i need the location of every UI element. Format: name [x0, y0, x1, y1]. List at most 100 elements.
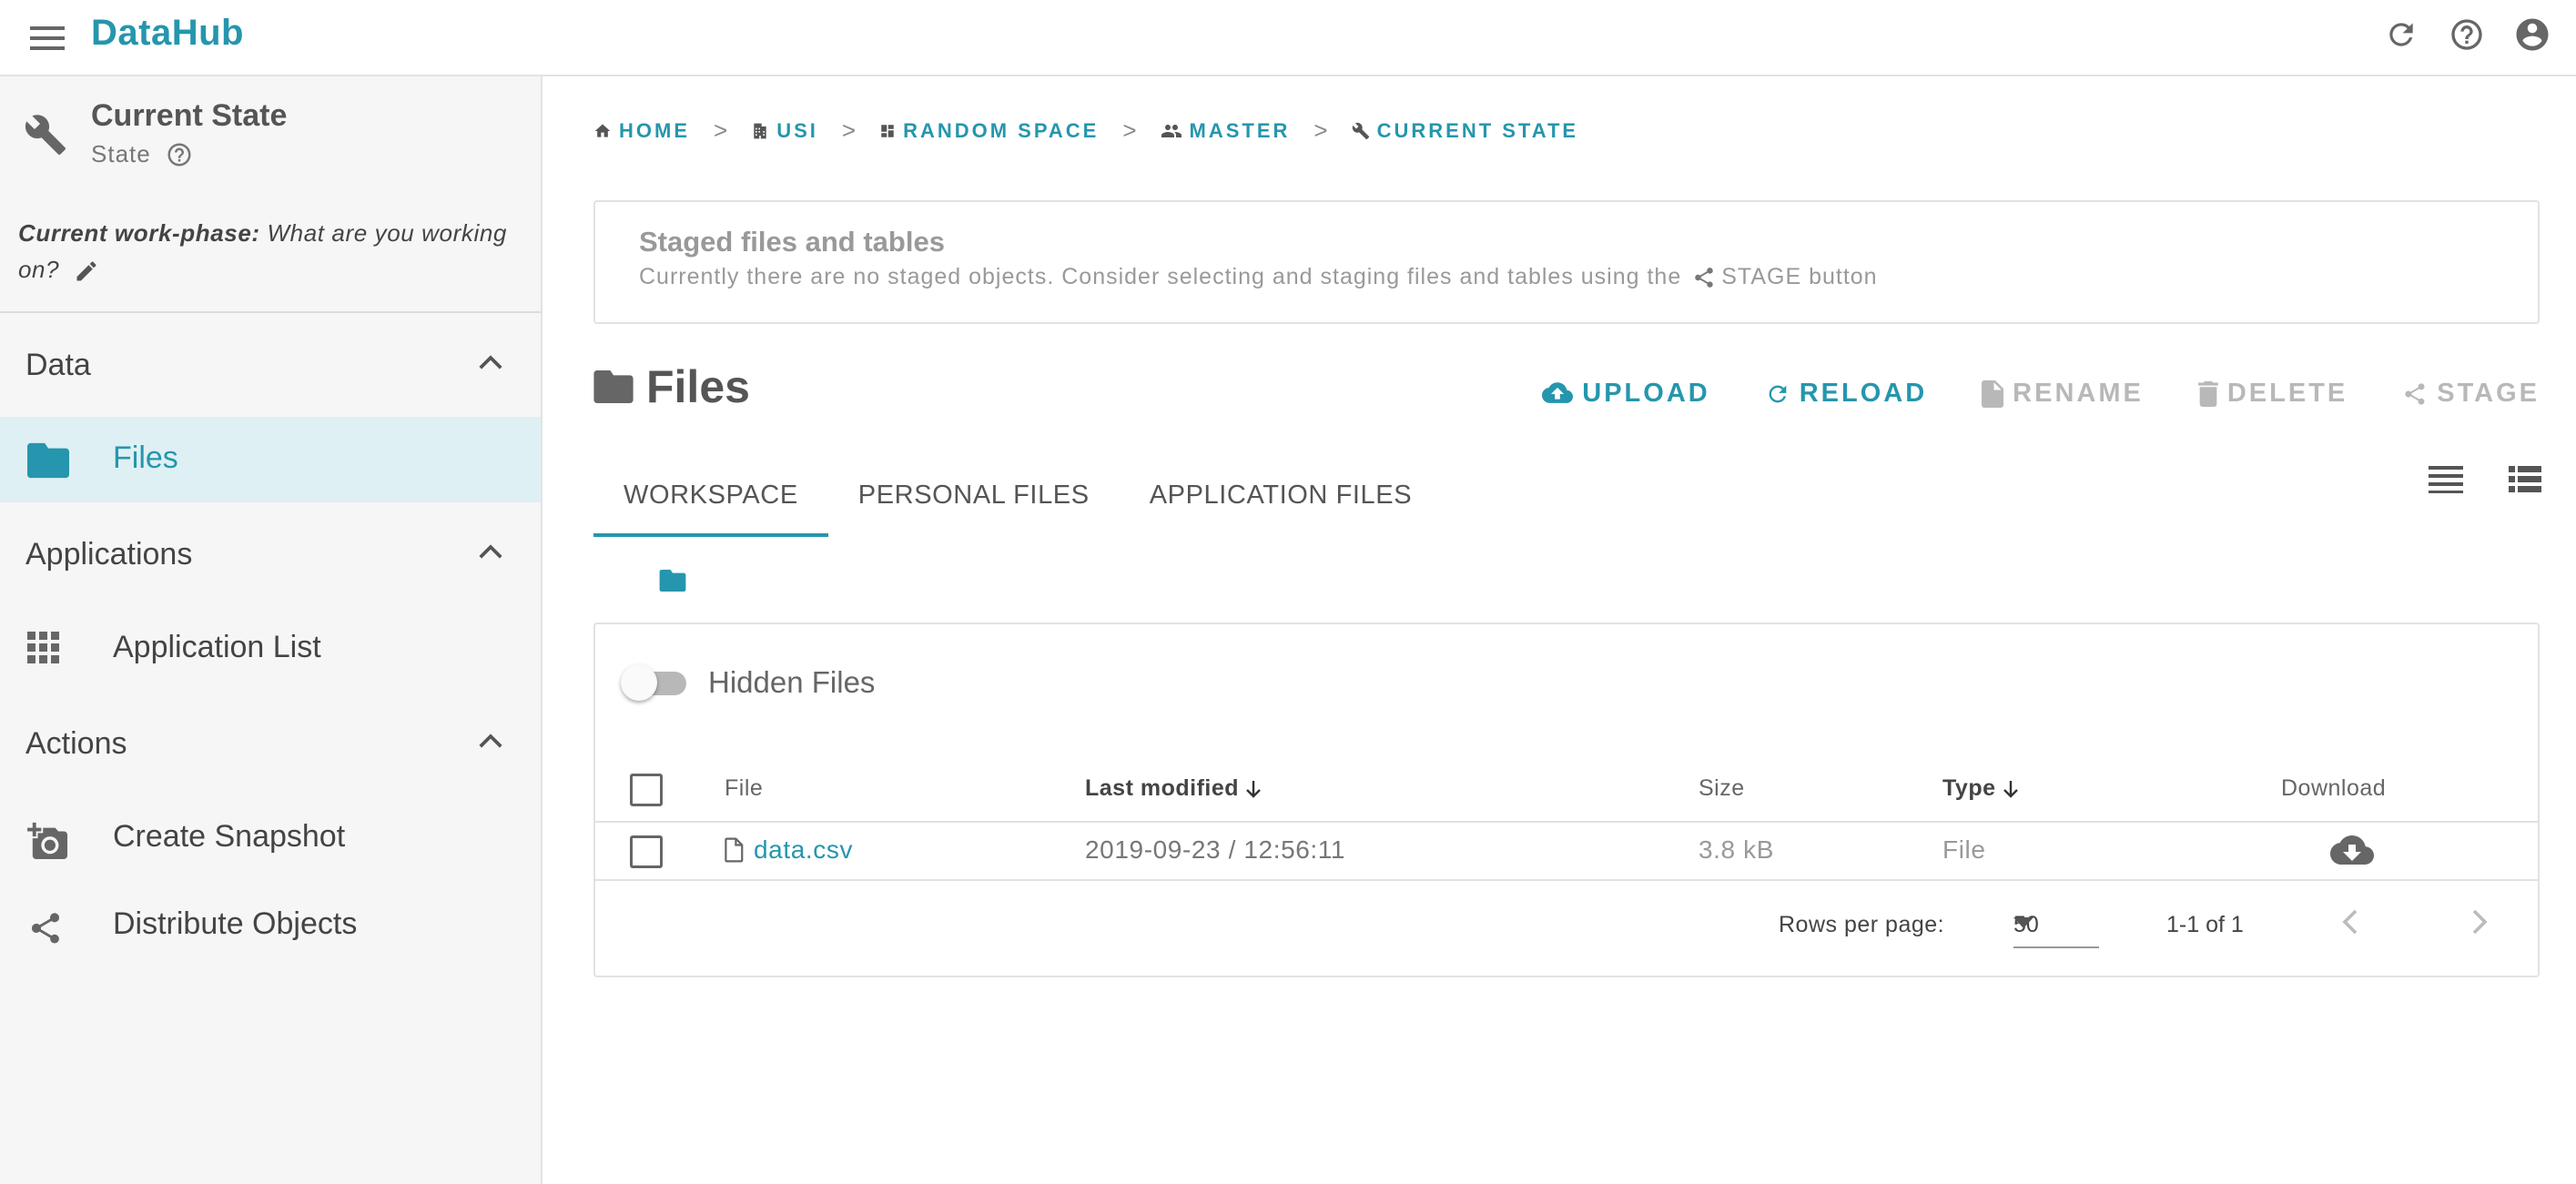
home-icon	[593, 122, 612, 140]
breadcrumb-random-space[interactable]: RANDOM SPACE	[879, 119, 1099, 143]
file-name-link[interactable]: data.csv	[754, 835, 853, 865]
help-icon[interactable]	[166, 141, 193, 168]
sidebar-item-files[interactable]: Files	[0, 417, 541, 502]
staged-button-ref: STAGE button	[1721, 264, 1878, 289]
state-subtitle: State	[91, 140, 151, 167]
select-all-checkbox[interactable]	[630, 774, 663, 806]
row-checkbox[interactable]	[630, 835, 663, 868]
column-file[interactable]: File	[725, 775, 763, 802]
app-title[interactable]: DataHub	[91, 13, 244, 54]
rows-per-page-label: Rows per page:	[1779, 912, 1945, 937]
sidebar-item-create-snapshot[interactable]: Create Snapshot	[0, 795, 541, 881]
upload-label: UPLOAD	[1582, 379, 1710, 408]
reload-button[interactable]: RELOAD	[1765, 379, 1927, 409]
workphase: Current work-phase: What are you working…	[18, 215, 510, 288]
edit-pencil-icon[interactable]	[74, 258, 99, 284]
trash-icon	[2197, 380, 2218, 407]
staged-title: Staged files and tables	[639, 226, 945, 258]
files-header: Files	[593, 360, 750, 413]
file-type: File	[1942, 835, 1986, 864]
sidebar-item-label: Application List	[113, 630, 321, 664]
help-icon[interactable]	[2447, 15, 2487, 55]
app-bar: DataHub	[0, 0, 2576, 76]
breadcrumb-label: CURRENT STATE	[1376, 118, 1579, 142]
sidebar-item-label: Distribute Objects	[113, 906, 358, 941]
section-data[interactable]: Data	[0, 339, 541, 393]
table-header: File Last modified Size Type Download	[595, 755, 2538, 823]
staged-panel: Staged files and tables Currently there …	[593, 200, 2540, 324]
download-icon[interactable]	[2330, 835, 2374, 868]
tab-personal-files[interactable]: PERSONAL FILES	[828, 450, 1120, 537]
stage-button[interactable]: STAGE	[2402, 379, 2540, 409]
breadcrumb-label: MASTER	[1189, 118, 1291, 142]
column-size[interactable]: Size	[1699, 775, 1745, 802]
upload-button[interactable]: UPLOAD	[1542, 379, 1709, 409]
column-type[interactable]: Type	[1942, 775, 2022, 802]
staged-text: Currently there are no staged objects. C…	[639, 264, 1682, 289]
building-icon	[751, 122, 769, 140]
state-title: Current State	[91, 98, 288, 133]
chevron-up-icon	[477, 353, 504, 371]
refresh-icon	[1765, 381, 1790, 407]
section-label: Applications	[25, 537, 193, 572]
delete-label: DELETE	[2226, 379, 2348, 408]
state-header: Current State State	[0, 76, 541, 177]
sidebar-item-application-list[interactable]: Application List	[0, 606, 541, 692]
breadcrumb-master[interactable]: MASTER	[1161, 119, 1291, 143]
sidebar-item-label: Create Snapshot	[113, 819, 346, 854]
table-row[interactable]: data.csv 2019-09-23 / 12:56:11 3.8 kB Fi…	[595, 823, 2538, 881]
hidden-files-toggle[interactable]	[621, 664, 688, 701]
rename-button[interactable]: RENAME	[1982, 379, 2144, 409]
file-icon	[1982, 379, 2004, 408]
chevron-right-icon[interactable]	[2470, 908, 2489, 936]
file-actions: UPLOAD RELOAD RENAME DELETE STAGE	[1542, 379, 2540, 409]
rows-per-page-select[interactable]: 50	[2013, 903, 2099, 948]
pagination: Rows per page: 50 1-1 of 1	[595, 881, 2538, 976]
column-last-modified[interactable]: Last modified	[1085, 775, 1264, 802]
breadcrumb-separator: >	[841, 116, 857, 144]
breadcrumb-usi[interactable]: USI	[751, 119, 818, 143]
breadcrumb-separator: >	[714, 116, 728, 144]
list-view-icon[interactable]	[2429, 466, 2463, 493]
breadcrumb-label: USI	[776, 118, 818, 142]
detail-list-view-icon[interactable]	[2509, 466, 2541, 493]
tab-application-files[interactable]: APPLICATION FILES	[1120, 450, 1442, 537]
apps-grid-icon	[27, 632, 60, 664]
people-icon	[1161, 122, 1182, 140]
breadcrumb-current-state[interactable]: CURRENT STATE	[1352, 119, 1579, 143]
column-download: Download	[2281, 775, 2387, 801]
breadcrumb-home[interactable]: HOME	[593, 119, 690, 143]
files-table: Hidden Files File Last modified Size Typ…	[593, 622, 2540, 977]
stage-label: STAGE	[2437, 379, 2540, 408]
chevron-left-icon[interactable]	[2341, 908, 2359, 936]
wrench-icon	[24, 113, 67, 157]
arrow-down-icon	[1242, 778, 1264, 800]
dashboard-icon	[879, 123, 896, 139]
main-content: HOME > USI > RANDOM SPACE > MASTER > CUR…	[544, 76, 2576, 1184]
sidebar: Current State State Current work-phase: …	[0, 76, 543, 1184]
section-actions[interactable]: Actions	[0, 717, 541, 772]
account-icon[interactable]	[2512, 15, 2552, 55]
section-label: Data	[25, 348, 91, 382]
tab-workspace[interactable]: WORKSPACE	[593, 450, 828, 537]
section-label: Actions	[25, 726, 127, 761]
sidebar-item-distribute-objects[interactable]: Distribute Objects	[0, 883, 541, 968]
folder-icon	[593, 370, 634, 403]
hidden-files-label: Hidden Files	[708, 665, 876, 699]
share-icon	[27, 908, 64, 948]
arrow-down-icon	[2000, 778, 2022, 800]
breadcrumb-label: HOME	[619, 118, 690, 142]
wrench-icon	[1352, 122, 1370, 140]
breadcrumb-separator: >	[1313, 116, 1328, 144]
delete-button[interactable]: DELETE	[2197, 379, 2348, 409]
rename-label: RENAME	[2013, 379, 2144, 408]
refresh-icon[interactable]	[2381, 15, 2421, 55]
section-applications[interactable]: Applications	[0, 528, 541, 582]
file-size: 3.8 kB	[1699, 835, 1774, 864]
cloud-upload-icon	[1542, 381, 1574, 406]
workphase-label: Current work-phase:	[18, 219, 260, 247]
reload-label: RELOAD	[1799, 379, 1928, 408]
root-folder-icon[interactable]	[659, 570, 686, 592]
menu-icon[interactable]	[27, 18, 67, 58]
breadcrumb-separator: >	[1122, 116, 1137, 144]
